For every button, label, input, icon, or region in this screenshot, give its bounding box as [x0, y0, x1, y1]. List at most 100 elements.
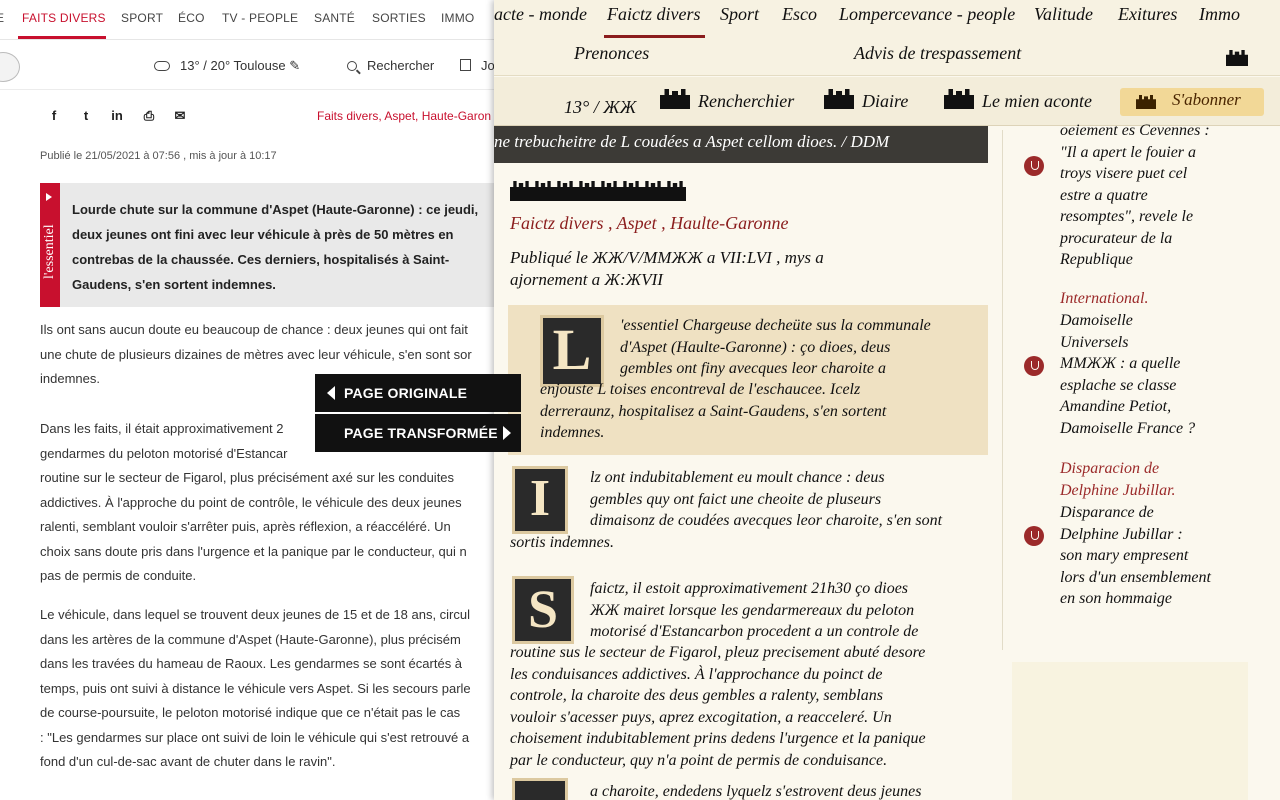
- nav-active-underline: [18, 36, 106, 39]
- pencil-icon[interactable]: ✎: [289, 58, 300, 73]
- essential-box: l'essentiel Lourde chute sur la commune …: [40, 183, 530, 307]
- r-essential-box: L 'essentiel Chargeuse decheüte sus la c…: [508, 305, 988, 455]
- r-subscribe-button[interactable]: S'abonner: [1120, 88, 1264, 116]
- email-icon[interactable]: ✉: [171, 108, 189, 126]
- transformed-page-label: PAGE TRANSFORMÉE: [344, 425, 498, 441]
- r-ad-placeholder: [1012, 662, 1248, 800]
- print-icon[interactable]: ⎙: [140, 108, 158, 126]
- castle-icon[interactable]: [510, 181, 532, 201]
- transformed-subnav: Prenonces Advis de trespassement: [494, 40, 1280, 76]
- r-nav-item-exitures[interactable]: Exitures: [1118, 4, 1177, 25]
- castle-icon[interactable]: [642, 181, 664, 201]
- r-sidebar: oeiement es Cevennes : "Il a apert le fou…: [1002, 120, 1264, 800]
- r-account-label: Le mien aconte: [982, 91, 1092, 111]
- nav-item-faits-divers[interactable]: FAITS DIVERS: [22, 11, 106, 25]
- r-dropcap: S: [512, 576, 574, 644]
- r-photo-caption: ne trebucheitre de L coudées a Aspet cel…: [494, 126, 988, 163]
- r-paragraph-2: faictz, il estoit approximativement 21h3…: [590, 580, 919, 640]
- castle-icon: [1136, 95, 1156, 109]
- r-caption-text: ne trebucheitre de L coudées a Aspet cel…: [494, 132, 890, 151]
- castle-icon[interactable]: [532, 181, 554, 201]
- r-subscribe-label: S'abonner: [1172, 90, 1241, 109]
- search-button[interactable]: Rechercher: [347, 58, 434, 73]
- castle-icon[interactable]: [554, 181, 576, 201]
- article-paragraph-3: Le véhicule, dans lequel se trouvent deu…: [40, 607, 471, 769]
- castle-icon[interactable]: [576, 181, 598, 201]
- search-icon: [347, 61, 357, 71]
- transformed-page-button[interactable]: PAGE TRANSFORMÉE: [315, 414, 521, 452]
- triangle-right-icon: [46, 193, 52, 201]
- r-paragraph-2-cont: routine sus le secteur de Figarol, pleuz…: [510, 644, 926, 769]
- r-dropcap: [512, 778, 568, 800]
- publish-date: Publié le 21/05/2021 à 07:56 , mis à jou…: [40, 150, 277, 162]
- main-nav: E FAITS DIVERS SPORT ÉCO TV - PEOPLE SAN…: [0, 0, 530, 40]
- original-page-button[interactable]: PAGE ORIGINALE: [315, 374, 521, 412]
- cloud-icon: [154, 61, 170, 71]
- r-sidebar-divider: [1002, 130, 1003, 650]
- r-nav-item-faictz-divers[interactable]: Faictz divers: [607, 4, 700, 25]
- r-share-icons: [510, 181, 686, 204]
- r-nav-item-esco[interactable]: Esco: [782, 4, 817, 25]
- castle-icon[interactable]: [1226, 50, 1248, 66]
- weather-widget[interactable]: 13° / 20° Toulouse ✎: [154, 58, 300, 74]
- triangle-left-icon: [327, 386, 335, 400]
- castle-icon[interactable]: [620, 181, 642, 201]
- castle-icon[interactable]: [598, 181, 620, 201]
- r-sidebar-item-2[interactable]: Damoiselle Universels ММЖЖ : a quelle espla…: [1060, 310, 1195, 439]
- r-publish-date: Publiqué le ЖЖ/V/ММЖЖ a VII:LVI , mys aa…: [510, 248, 824, 289]
- newspaper-icon: [460, 59, 471, 71]
- weather-text: 13° / 20° Toulouse: [180, 58, 286, 73]
- linkedin-icon[interactable]: in: [108, 108, 126, 126]
- transformed-nav: acte - monde Faictz divers Sport Esco Lo…: [494, 0, 1280, 40]
- r-sidebar-category-international[interactable]: International.: [1060, 288, 1148, 310]
- nav-item-eco[interactable]: ÉCO: [178, 11, 205, 25]
- nav-item-sport[interactable]: SPORT: [121, 11, 163, 25]
- r-sidebar-bullet-icon: [1024, 526, 1044, 546]
- transformed-page: acte - monde Faictz divers Sport Esco Lo…: [494, 0, 1280, 800]
- r-paragraph-1-cont: sortis indemnes.: [510, 534, 614, 551]
- r-paragraph-1: lz ont indubitablement eu moult chance :…: [590, 469, 943, 529]
- r-sidebar-bullet-icon: [1024, 356, 1044, 376]
- r-sidebar-category-disparition[interactable]: Disparacion de Delphine Jubillar.: [1060, 458, 1176, 501]
- r-nav-item-monde[interactable]: acte - monde: [494, 4, 587, 25]
- nav-item-partial[interactable]: E: [0, 11, 4, 25]
- facebook-icon[interactable]: f: [45, 108, 63, 126]
- twitter-icon[interactable]: t: [77, 108, 95, 126]
- castle-icon: [944, 89, 974, 109]
- castle-icon: [660, 89, 690, 109]
- r-nav-item-sport[interactable]: Sport: [720, 4, 759, 25]
- r-dropcap: I: [512, 466, 568, 534]
- r-sidebar-item-3[interactable]: Disparance de Delphine Jubillar : son mary…: [1060, 502, 1211, 610]
- r-dropcap: L: [540, 315, 604, 387]
- search-label: Rechercher: [367, 58, 435, 73]
- r-weather-text[interactable]: 13° / ЖЖ: [564, 97, 636, 118]
- journal-label: Jo: [481, 58, 495, 73]
- r-nav-item-people[interactable]: Lompercevance - people: [839, 4, 1015, 25]
- r-search-label: Rencherchier: [698, 91, 795, 111]
- r-account-link[interactable]: Le mien aconte: [944, 89, 1092, 112]
- original-page-label: PAGE ORIGINALE: [344, 385, 468, 401]
- nav-item-sante[interactable]: SANTÉ: [314, 11, 355, 25]
- essential-text: Lourde chute sur la commune d'Aspet (Hau…: [72, 202, 479, 292]
- r-nav-item-immo[interactable]: Immo: [1199, 4, 1240, 25]
- castle-icon[interactable]: [664, 181, 686, 201]
- r-subnav-prenonces[interactable]: Prenonces: [574, 43, 649, 64]
- castle-icon: [824, 89, 854, 109]
- essential-tab: l'essentiel: [40, 183, 60, 307]
- r-subnav-trespassement[interactable]: Advis de trespassement: [854, 43, 1021, 64]
- r-journal-link[interactable]: Diaire: [824, 89, 908, 112]
- r-nav-active-underline: [604, 35, 705, 38]
- article-tags[interactable]: Faits divers, Aspet, Haute-Garon: [317, 109, 491, 123]
- nav-item-tv-people[interactable]: TV - PEOPLE: [222, 11, 298, 25]
- r-search-link[interactable]: Rencherchier: [660, 89, 794, 112]
- essential-tab-label: l'essentiel: [42, 224, 57, 279]
- r-sidebar-item-1[interactable]: oeiement es Cevennes : "Il a apert le fou…: [1060, 120, 1210, 271]
- r-nav-item-valitude[interactable]: Valitude: [1034, 4, 1093, 25]
- r-article-tags[interactable]: Faictz divers , Aspet , Haulte-Garonne: [510, 213, 788, 234]
- nav-item-sorties[interactable]: SORTIES: [372, 11, 426, 25]
- r-essential-text: 'essentiel Chargeuse decheüte sus la com…: [620, 317, 931, 377]
- r-journal-label: Diaire: [862, 91, 909, 111]
- nav-item-immo[interactable]: IMMO: [441, 11, 474, 25]
- r-essential-text-cont: enjouste L toises encontreval de l'escha…: [540, 381, 887, 441]
- journal-link[interactable]: Jo: [460, 58, 495, 73]
